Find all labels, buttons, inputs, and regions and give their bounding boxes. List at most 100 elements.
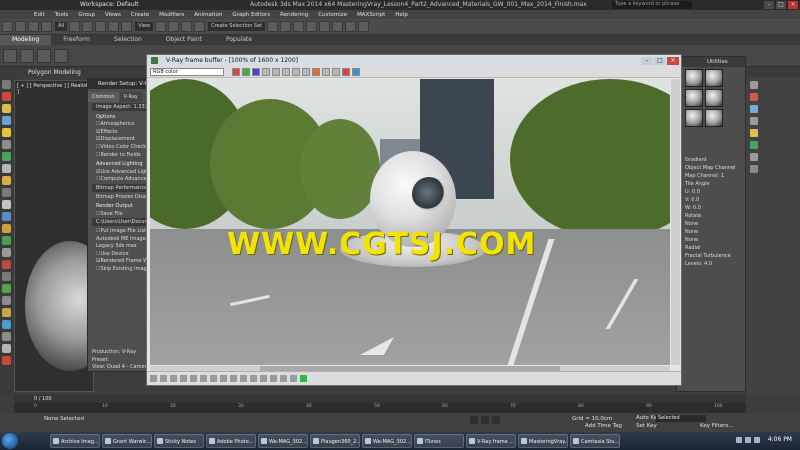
tray-icon[interactable] xyxy=(736,437,742,443)
tool-icon[interactable] xyxy=(2,344,11,353)
material-slot[interactable] xyxy=(685,89,703,107)
follow-mouse-icon[interactable] xyxy=(322,67,330,76)
menu-item-rendering[interactable]: Rendering xyxy=(280,12,308,18)
tool-icon[interactable] xyxy=(750,165,758,173)
clear-icon[interactable] xyxy=(292,67,300,76)
undo-icon[interactable] xyxy=(2,21,13,32)
vfb-tool-icon[interactable] xyxy=(290,375,297,382)
taskbar-button[interactable]: Plaugen360_2... xyxy=(310,434,360,448)
taskbar-button[interactable]: Wa-MAG_302... xyxy=(258,434,308,448)
menu-item-customize[interactable]: Customize xyxy=(318,12,347,18)
vfb-tool-icon[interactable] xyxy=(270,375,277,382)
x-field[interactable] xyxy=(470,416,478,424)
menu-item-views[interactable]: Views xyxy=(105,12,121,18)
ribbon-tab-freeform[interactable]: Freeform xyxy=(51,35,102,45)
blue-channel-icon[interactable] xyxy=(252,67,260,76)
select-object-icon[interactable] xyxy=(69,21,81,32)
vfb-tool-icon[interactable] xyxy=(260,375,267,382)
ribbon-tool-icon[interactable] xyxy=(20,48,34,63)
link-icon[interactable] xyxy=(28,21,39,32)
menu-item-group[interactable]: Group xyxy=(78,12,95,18)
rendered-image[interactable]: WWW.CGTSJ.COM xyxy=(150,79,670,365)
ribbon-tab-object-paint[interactable]: Object Paint xyxy=(154,35,214,45)
vfb-tool-icon[interactable] xyxy=(200,375,207,382)
create-icon[interactable] xyxy=(2,92,11,101)
select-by-name-icon[interactable] xyxy=(82,21,94,32)
render-tab-common[interactable]: Common xyxy=(88,92,119,102)
tool-icon[interactable] xyxy=(750,117,758,125)
taskbar-button[interactable]: Wa-MAG_302... xyxy=(362,434,412,448)
shape-icon[interactable] xyxy=(2,164,11,173)
stop-render-icon[interactable] xyxy=(342,67,350,76)
parameter-row[interactable]: V: 0.0 xyxy=(677,197,745,205)
blue-tool-icon[interactable] xyxy=(2,320,11,329)
move-icon[interactable] xyxy=(95,21,107,32)
y-field[interactable] xyxy=(481,416,489,424)
menu-item-graph-editors[interactable]: Graph Editors xyxy=(232,12,270,18)
green-tool-icon[interactable] xyxy=(2,284,11,293)
red-channel-icon[interactable] xyxy=(232,67,240,76)
ribbon-tab-populate[interactable]: Populate xyxy=(214,35,264,45)
ribbon-tool-icon[interactable] xyxy=(54,48,68,63)
tool-icon[interactable] xyxy=(750,93,758,101)
helper-icon[interactable] xyxy=(2,140,11,149)
parameter-row[interactable]: Object Map Channel xyxy=(677,165,745,173)
vfb-tool-icon[interactable] xyxy=(190,375,197,382)
parameter-row[interactable]: Map Channel: 1 xyxy=(677,173,745,181)
parameter-row[interactable]: None xyxy=(677,237,745,245)
menu-item-tools[interactable]: Tools xyxy=(55,12,69,18)
render-setup-icon[interactable] xyxy=(332,21,344,32)
camera-icon[interactable] xyxy=(2,116,11,125)
spacewarp-icon[interactable] xyxy=(2,176,11,185)
perspective-viewport[interactable]: [ + ] [ Perspective ] [ Realistic ] xyxy=(14,80,115,392)
vfb-tool-icon[interactable] xyxy=(150,375,157,382)
taskbar-button[interactable]: V-Ray frame ... xyxy=(466,434,516,448)
tool-icon[interactable] xyxy=(750,141,758,149)
vfb-tool-icon[interactable] xyxy=(160,375,167,382)
taskbar-clock[interactable]: 4:06 PM xyxy=(768,436,792,443)
redo-icon[interactable] xyxy=(15,21,26,32)
alpha-channel-icon[interactable] xyxy=(262,67,270,76)
yellow-tool-icon[interactable] xyxy=(2,308,11,317)
tool-icon[interactable] xyxy=(750,81,758,89)
track-bar[interactable]: 0 10 20 30 40 50 60 70 80 90 100 xyxy=(14,403,746,413)
material-slot[interactable] xyxy=(685,69,703,87)
parameter-row[interactable]: Tile Angle xyxy=(677,181,745,189)
menu-item-modifiers[interactable]: Modifiers xyxy=(159,12,184,18)
production-dropdown[interactable]: V-Ray xyxy=(122,349,136,355)
material-slot[interactable] xyxy=(705,69,723,87)
panel-tab-utilities[interactable]: Utilities xyxy=(677,57,745,67)
tool-icon[interactable] xyxy=(2,272,11,281)
view-dropdown[interactable]: Quad 4 - Camer xyxy=(107,364,147,370)
render-frame-icon[interactable] xyxy=(345,21,357,32)
key-selection-dropdown[interactable]: Selected xyxy=(656,415,706,422)
time-slider[interactable]: 0 / 100 xyxy=(14,395,746,403)
tool-icon[interactable] xyxy=(2,296,11,305)
taskbar-button[interactable]: Grant Warwic... xyxy=(102,434,152,448)
material-editor-icon[interactable] xyxy=(319,21,331,32)
vfb-maximize-button[interactable]: □ xyxy=(654,56,666,65)
duplicate-icon[interactable] xyxy=(302,67,310,76)
ribbon-tab-selection[interactable]: Selection xyxy=(102,35,154,45)
vfb-vertical-scrollbar[interactable] xyxy=(671,79,680,365)
mono-icon[interactable] xyxy=(272,67,280,76)
layer-icon[interactable] xyxy=(293,21,305,32)
parameter-row[interactable]: Radial xyxy=(677,245,745,253)
z-field[interactable] xyxy=(492,416,500,424)
tray-icon[interactable] xyxy=(754,437,760,443)
vfb-tool-icon[interactable] xyxy=(170,375,177,382)
select-icon[interactable] xyxy=(2,80,11,89)
taskbar-button[interactable]: Camtasia Stu... xyxy=(570,434,620,448)
snap-icon[interactable] xyxy=(168,21,180,32)
parameter-row[interactable]: None xyxy=(677,221,745,229)
system-icon[interactable] xyxy=(2,188,11,197)
curve-editor-icon[interactable] xyxy=(306,21,318,32)
rotate-icon[interactable] xyxy=(108,21,120,32)
selection-set-input[interactable]: Create Selection Set xyxy=(208,22,266,31)
minimize-button[interactable]: – xyxy=(764,1,774,9)
percent-snap-icon[interactable] xyxy=(194,21,206,32)
maximize-button[interactable]: □ xyxy=(776,1,786,9)
vfb-close-button[interactable]: × xyxy=(667,56,679,65)
geometry-icon[interactable] xyxy=(2,152,11,161)
vfb-tool-icon[interactable] xyxy=(220,375,227,382)
